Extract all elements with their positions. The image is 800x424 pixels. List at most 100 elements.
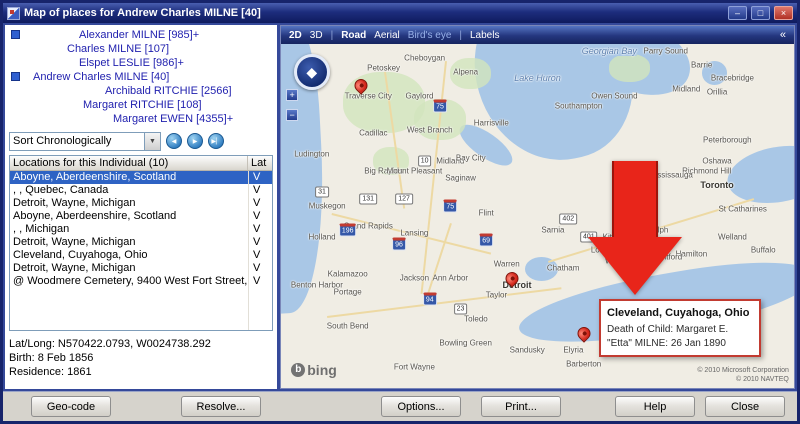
pedigree-name[interactable]: Charles MILNE [107]: [67, 43, 169, 55]
location-name: , , Quebec, Canada: [13, 184, 109, 196]
resolve-button[interactable]: Resolve...: [181, 396, 261, 417]
map-labels-toggle[interactable]: Labels: [470, 30, 499, 41]
location-row[interactable]: @ Woodmere Cemetery, 9400 West Fort Stre…: [10, 275, 272, 288]
map-label: St Catharines: [718, 204, 767, 214]
map-mode-3d[interactable]: 3D: [310, 30, 323, 41]
lat-column-header[interactable]: Lat: [248, 156, 272, 170]
road-line: [424, 222, 453, 302]
geocode-button[interactable]: Geo-code: [31, 396, 111, 417]
location-row[interactable]: Aboyne, Aberdeenshire, Scotland V: [10, 210, 272, 223]
road-shield: 127: [395, 193, 413, 205]
map-label: Barberton: [566, 359, 602, 369]
map-label: Flint: [478, 208, 494, 218]
map-label: Kalamazoo: [327, 269, 368, 279]
map-style-road[interactable]: Road: [341, 30, 366, 41]
map-label: Benton Harbor: [290, 280, 343, 290]
person-icon: [11, 30, 20, 39]
pedigree-item[interactable]: Margaret EWEN [4355]+: [9, 112, 273, 126]
zoom-in-button[interactable]: +: [286, 88, 299, 101]
map-mode-2d[interactable]: 2D: [289, 30, 302, 41]
location-row[interactable]: Cleveland, Cuyahoga, Ohio V: [10, 249, 272, 262]
map-label: Orillia: [706, 87, 728, 97]
pedigree-name[interactable]: Margaret EWEN [4355]+: [113, 113, 233, 125]
pedigree-name[interactable]: Margaret RITCHIE [108]: [83, 99, 202, 111]
road-shield: 75: [433, 99, 447, 113]
map-canvas[interactable]: ◆ + − Cleveland, Cuyahoga, Ohio Death of…: [281, 44, 794, 388]
toolbar-separator: |: [459, 29, 462, 41]
locations-header-row[interactable]: Locations for this Individual (10) Lat: [10, 156, 272, 171]
location-lat-flag: V: [253, 197, 261, 209]
minimize-button[interactable]: –: [728, 6, 747, 20]
details-block: Lat/Long: N570422.0793, W0024738.292 Bir…: [9, 337, 273, 379]
location-lat-flag: V: [253, 184, 261, 196]
location-row[interactable]: Detroit, Wayne, Michigan V: [10, 197, 272, 210]
pedigree-item[interactable]: Elspet LESLIE [986]+: [9, 56, 273, 70]
map-label: Petoskey: [367, 63, 401, 73]
map-style-aerial[interactable]: Aerial: [374, 30, 400, 41]
help-button[interactable]: Help: [615, 396, 695, 417]
map-label: Georgian Bay: [581, 45, 637, 56]
location-lat-flag: V: [253, 236, 261, 248]
map-style-birdseye[interactable]: Bird's eye: [408, 30, 452, 41]
arrow-head: [587, 236, 682, 295]
map-label: Fort Wayne: [393, 362, 435, 372]
residence-text: Residence: 1861: [9, 366, 92, 378]
pedigree-name[interactable]: Andrew Charles MILNE [40]: [33, 71, 169, 83]
app-window: Map of places for Andrew Charles MILNE […: [0, 0, 800, 424]
pedigree-item[interactable]: Archibald RITCHIE [2566]: [9, 84, 273, 98]
location-name: Aboyne, Aberdeenshire, Scotland: [13, 210, 177, 222]
play-button[interactable]: ▶: [187, 133, 203, 149]
location-lat-flag: V: [253, 171, 261, 183]
locations-header[interactable]: Locations for this Individual (10): [10, 156, 248, 170]
print-button[interactable]: Print...: [481, 396, 561, 417]
map-label: Sandusky: [509, 345, 545, 355]
infobox-line1: Death of Child: Margaret E.: [607, 324, 729, 336]
options-button[interactable]: Options...: [381, 396, 461, 417]
pedigree-name[interactable]: Archibald RITCHIE [2566]: [105, 85, 232, 97]
location-row[interactable]: , , Quebec, Canada V: [10, 184, 272, 197]
location-name: Detroit, Wayne, Michigan: [13, 236, 136, 248]
road-shield: 196: [338, 223, 357, 237]
forest-area: [609, 54, 651, 82]
location-lat-flag: V: [253, 262, 261, 274]
step-forward-button[interactable]: ▶▏: [208, 133, 224, 149]
map-label: Bracebridge: [710, 73, 755, 83]
chevron-down-icon[interactable]: ▼: [144, 132, 160, 150]
close-button[interactable]: ×: [774, 6, 793, 20]
map-label: Jackson: [399, 273, 430, 283]
pedigree-item[interactable]: Margaret RITCHIE [108]: [9, 98, 273, 112]
location-row[interactable]: , , Michigan V: [10, 223, 272, 236]
sort-order-select[interactable]: Sort Chronologically ▼: [9, 131, 161, 151]
location-name: , , Michigan: [13, 223, 70, 235]
road-shield: 96: [392, 237, 406, 251]
map-label: Bay City: [455, 153, 486, 163]
location-infobox[interactable]: Cleveland, Cuyahoga, Ohio Death of Child…: [599, 298, 761, 358]
titlebar[interactable]: Map of places for Andrew Charles MILNE […: [3, 3, 797, 23]
pedigree-item[interactable]: Charles MILNE [107]: [9, 42, 273, 56]
step-back-button[interactable]: ◀: [166, 133, 182, 149]
zoom-out-button[interactable]: −: [286, 109, 299, 122]
map-label: Alpena: [453, 67, 479, 77]
location-name: Detroit, Wayne, Michigan: [13, 262, 136, 274]
location-row[interactable]: Aboyne, Aberdeenshire, Scotland V: [10, 171, 272, 184]
person-icon: [11, 72, 20, 81]
sort-order-value: Sort Chronologically: [13, 134, 112, 147]
compass-control[interactable]: ◆: [293, 54, 330, 91]
close-window-button[interactable]: Close: [705, 396, 785, 417]
copyright-line2: © 2010 NAVTEQ: [735, 376, 789, 384]
pedigree-name[interactable]: Alexander MILNE [985]+: [79, 29, 199, 41]
road-shield: 402: [559, 213, 578, 225]
pedigree-item[interactable]: Alexander MILNE [985]+: [9, 28, 273, 42]
maximize-button[interactable]: □: [751, 6, 770, 20]
map-label: Harrisville: [473, 118, 509, 128]
map-label: South Bend: [326, 321, 369, 331]
location-row[interactable]: Detroit, Wayne, Michigan V: [10, 236, 272, 249]
location-row[interactable]: Detroit, Wayne, Michigan V: [10, 262, 272, 275]
pedigree-name[interactable]: Elspet LESLIE [986]+: [79, 57, 184, 69]
road-shield: 10: [417, 155, 432, 167]
window-title: Map of places for Andrew Charles MILNE […: [24, 7, 261, 19]
toolbar-collapse-button[interactable]: «: [780, 29, 786, 41]
pedigree-item[interactable]: Andrew Charles MILNE [40]: [9, 70, 273, 84]
left-panel: Alexander MILNE [985]+ Charles MILNE [107…: [5, 25, 277, 389]
map-label: Holland: [308, 232, 336, 242]
